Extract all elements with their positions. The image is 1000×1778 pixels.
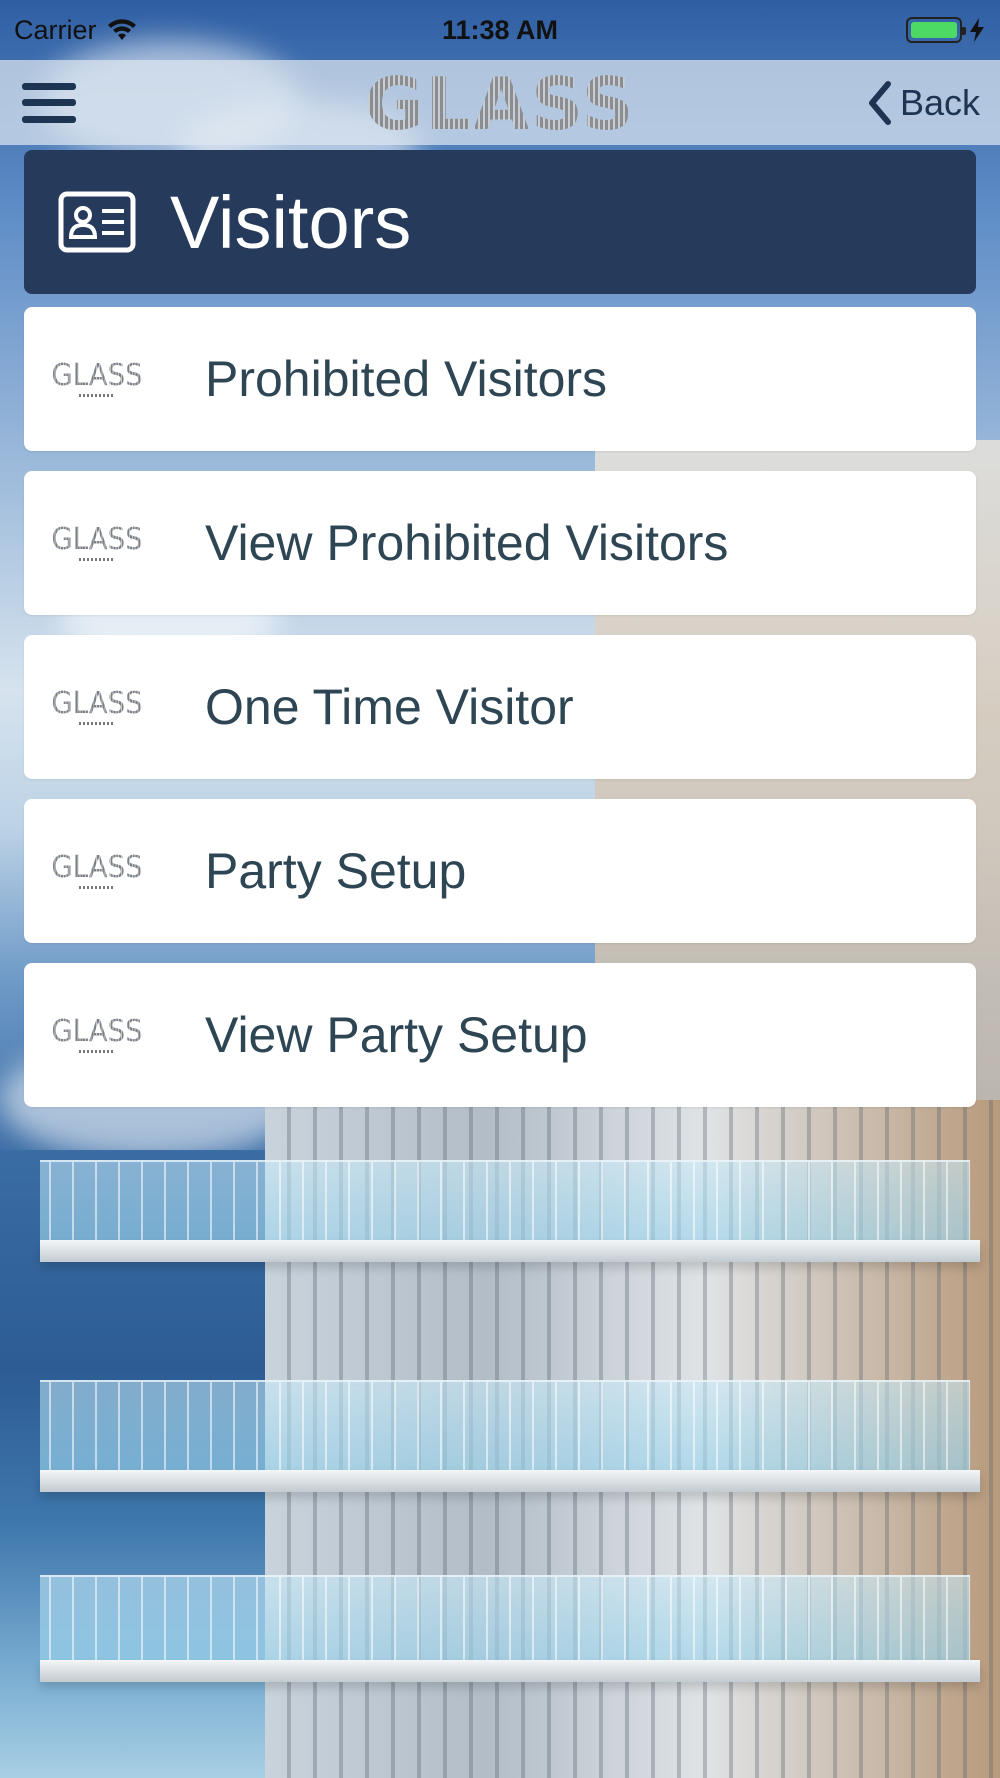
- menu-item-prohibited-visitors[interactable]: GLASS Prohibited Visitors: [24, 307, 976, 451]
- item-logo-text: GLASS: [51, 1014, 143, 1049]
- menu-item-view-prohibited-visitors[interactable]: GLASS View Prohibited Visitors: [24, 471, 976, 615]
- glass-logo-icon: GLASS: [46, 361, 148, 397]
- glass-logo-icon: GLASS: [46, 525, 148, 561]
- menu-item-label: Party Setup: [205, 843, 467, 899]
- chevron-left-icon: [868, 80, 891, 125]
- back-label: Back: [899, 81, 980, 123]
- item-logo-text: GLASS: [51, 850, 143, 885]
- item-logo-text: GLASS: [51, 686, 143, 721]
- section-header: Visitors: [24, 150, 976, 294]
- navigation-bar: GLASS Back: [0, 60, 1000, 146]
- id-card-icon: [58, 191, 136, 253]
- glass-logo-icon: GLASS: [46, 689, 148, 725]
- back-button[interactable]: Back: [866, 80, 980, 125]
- menu-item-party-setup[interactable]: GLASS Party Setup: [24, 799, 976, 943]
- glass-logo-icon: GLASS: [46, 853, 148, 889]
- item-logo-text: GLASS: [51, 358, 143, 393]
- wifi-icon: [107, 19, 136, 40]
- battery-icon: [906, 17, 966, 43]
- hamburger-menu-icon[interactable]: [20, 77, 78, 129]
- menu-item-label: Prohibited Visitors: [205, 351, 608, 407]
- menu-item-label: One Time Visitor: [205, 679, 574, 735]
- status-time: 11:38 AM: [441, 14, 559, 45]
- menu-item-view-party-setup[interactable]: GLASS View Party Setup: [24, 963, 976, 1107]
- menu-item-label: View Prohibited Visitors: [205, 515, 729, 571]
- carrier-label: Carrier: [14, 14, 97, 45]
- item-logo-text: GLASS: [51, 522, 143, 557]
- glass-logo: GLASS: [0, 62, 1000, 146]
- bolt-icon: [970, 18, 984, 42]
- glass-logo-icon: GLASS: [46, 1017, 148, 1053]
- menu-item-one-time-visitor[interactable]: GLASS One Time Visitor: [24, 635, 976, 779]
- status-bar: Carrier 11:38 AM: [0, 0, 1000, 60]
- menu-item-label: View Party Setup: [205, 1007, 588, 1063]
- page-title: Visitors: [170, 180, 412, 264]
- visitors-menu-list: GLASS Prohibited Visitors GLASS View Pro…: [24, 307, 976, 1107]
